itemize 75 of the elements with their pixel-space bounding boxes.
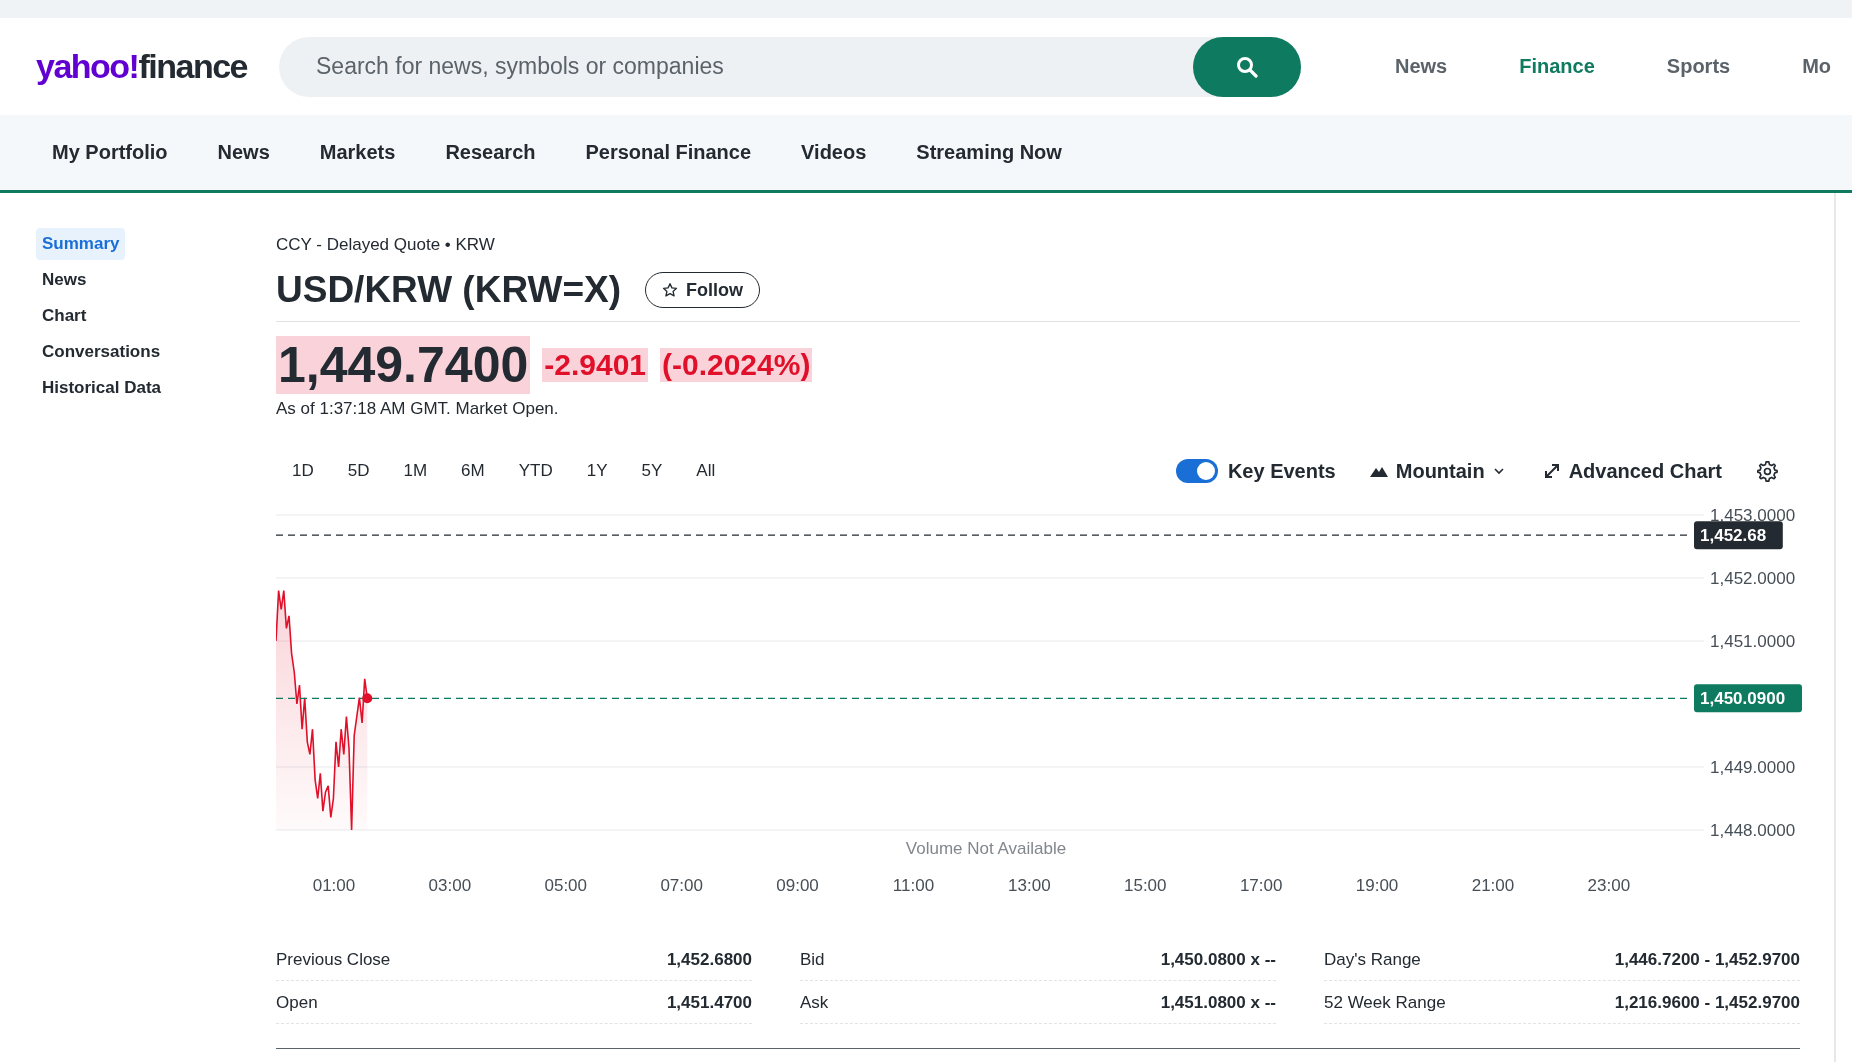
- x-axis-label: 23:00: [1587, 876, 1631, 895]
- stat-value: 1,450.0800 x --: [1160, 950, 1276, 970]
- sidebar-item[interactable]: Chart: [36, 300, 93, 332]
- price: 1,449.7400: [276, 336, 531, 394]
- stat-value: 1,216.9600 - 1,452.9700: [1614, 993, 1800, 1013]
- quote-title: USD/KRW (KRW=X): [276, 269, 621, 311]
- range-tab[interactable]: 1M: [387, 455, 444, 487]
- stat-label: Day's Range: [1324, 950, 1421, 970]
- sidebar-item[interactable]: News: [36, 264, 93, 296]
- x-axis-label: 11:00: [892, 876, 935, 895]
- y-axis-label: 1,451.0000: [1710, 632, 1796, 651]
- x-axis-label: 09:00: [776, 876, 819, 895]
- top-nav-link[interactable]: News: [1395, 55, 1448, 78]
- range-tab[interactable]: 5Y: [625, 455, 679, 487]
- nav-link[interactable]: News: [217, 141, 270, 164]
- quote-source: CCY - Delayed Quote • KRW: [276, 235, 496, 255]
- range-tab[interactable]: YTD: [502, 455, 569, 487]
- price-tag: 1,450.0900: [1694, 684, 1802, 713]
- key-events-label: Key Events: [1227, 459, 1336, 483]
- nav-link[interactable]: My Portfolio: [52, 141, 168, 164]
- x-axis-label: 13:00: [1008, 876, 1051, 895]
- top-nav-link[interactable]: Finance: [1519, 55, 1595, 78]
- stat-value: 1,446.7200 - 1,452.9700: [1614, 950, 1800, 970]
- chart-type-dropdown[interactable]: Mountain: [1365, 455, 1509, 487]
- nav-link[interactable]: Personal Finance: [585, 141, 752, 164]
- mountain-icon: [1369, 465, 1388, 477]
- x-axis-label: 07:00: [660, 876, 703, 895]
- stat-label: Ask: [800, 993, 829, 1013]
- sidebar-item[interactable]: Summary: [36, 228, 126, 260]
- y-axis-label: 1,448.0000: [1710, 821, 1796, 840]
- star-icon: [662, 282, 678, 298]
- range-tab[interactable]: 6M: [445, 455, 501, 487]
- x-axis-label: 21:00: [1471, 876, 1515, 895]
- sidebar-item[interactable]: Conversations: [36, 336, 167, 368]
- price-tag: 1,452.68: [1694, 521, 1783, 550]
- x-axis-label: 05:00: [544, 876, 588, 895]
- stat-value: 1,452.6800: [666, 950, 752, 970]
- nav-link[interactable]: Research: [445, 141, 536, 164]
- range-tab[interactable]: 5D: [331, 455, 386, 487]
- x-axis-label: 01:00: [312, 876, 356, 895]
- search-icon: [1236, 55, 1258, 78]
- stat-label: 52 Week Range: [1324, 993, 1446, 1013]
- sidebar-item[interactable]: Historical Data: [36, 372, 168, 404]
- quote-timestamp: As of 1:37:18 AM GMT. Market Open.: [276, 399, 560, 419]
- percent-change: (-0.2024%): [660, 348, 813, 382]
- caret-icon: [1492, 467, 1505, 475]
- ref-line-label: 1,450.0900: [1700, 689, 1786, 709]
- range-tab[interactable]: All: [680, 455, 732, 487]
- stat-label: Open: [276, 993, 318, 1013]
- nav-link[interactable]: Markets: [319, 141, 396, 164]
- stat-value: 1,451.0800 x --: [1160, 993, 1276, 1013]
- stat-label: Previous Close: [276, 950, 391, 970]
- follow-button[interactable]: Follow: [645, 272, 760, 308]
- advanced-chart-button[interactable]: Advanced Chart: [1538, 455, 1726, 487]
- ref-line-label: 1,452.68: [1700, 526, 1767, 546]
- nav-link[interactable]: Videos: [801, 141, 867, 164]
- top-nav-link[interactable]: Sports: [1666, 55, 1731, 78]
- stat-label: Bid: [800, 950, 825, 970]
- stat-value: 1,451.4700: [666, 993, 752, 1013]
- x-axis-label: 03:00: [428, 876, 472, 895]
- top-nav-link[interactable]: Mo: [1802, 55, 1832, 78]
- y-axis-label: 1,449.0000: [1710, 758, 1796, 777]
- x-axis-label: 15:00: [1124, 876, 1167, 895]
- x-axis-label: 19:00: [1355, 876, 1399, 895]
- price-change: -2.9401: [542, 348, 648, 382]
- settings-icon[interactable]: [1756, 460, 1778, 482]
- range-tab[interactable]: 1Y: [570, 455, 624, 487]
- yahoo-finance-logo[interactable]: yahoo!finance: [36, 47, 279, 86]
- key-events-toggle[interactable]: [1175, 459, 1218, 483]
- y-axis-label: 1,452.0000: [1710, 569, 1796, 588]
- expand-icon: [1542, 462, 1561, 480]
- x-axis-label: 17:00: [1239, 876, 1283, 895]
- nav-link[interactable]: Streaming Now: [916, 141, 1062, 164]
- range-tab[interactable]: 1D: [276, 455, 330, 487]
- volume-note: Volume Not Available: [905, 839, 1067, 858]
